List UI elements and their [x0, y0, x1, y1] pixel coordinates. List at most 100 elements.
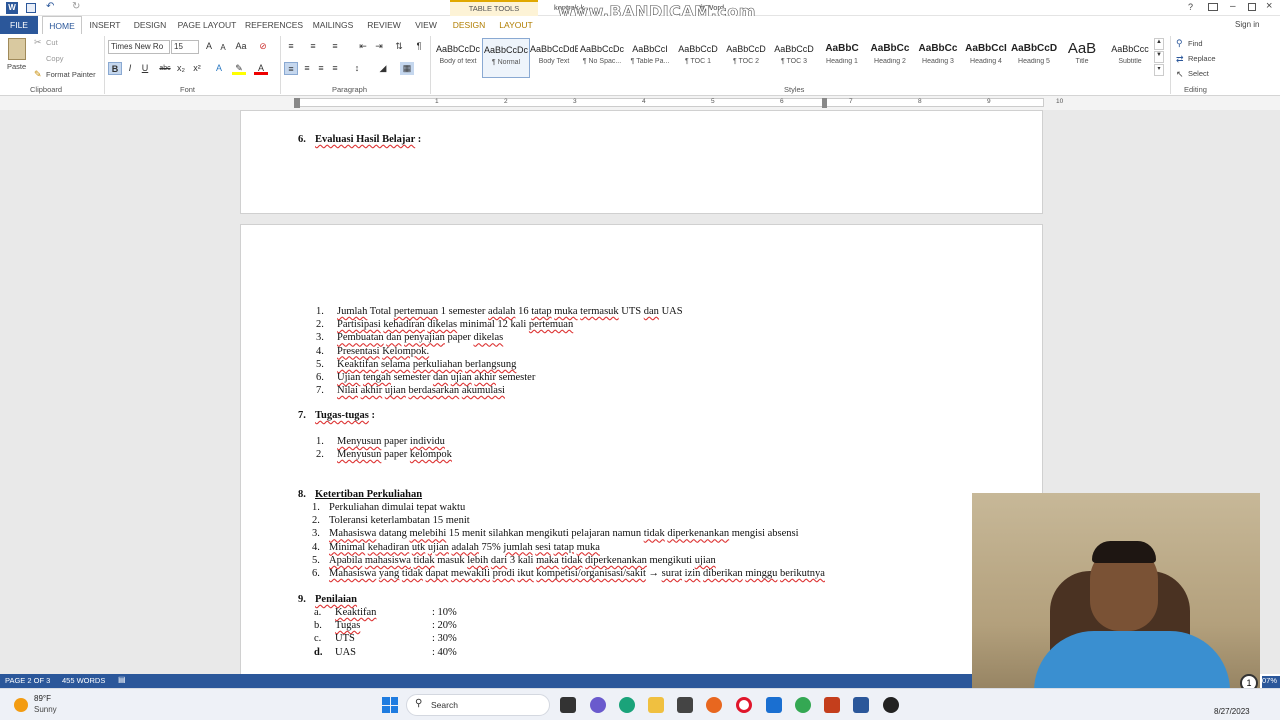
app-icon[interactable] [766, 697, 782, 713]
redo-icon[interactable]: ↻ [72, 1, 80, 12]
tab-page-layout[interactable]: PAGE LAYOUT [176, 16, 238, 34]
minimize-icon[interactable]: – [1230, 1, 1236, 12]
clear-format-icon[interactable]: ⊘ [256, 40, 270, 53]
tab-home[interactable]: HOME [42, 16, 82, 34]
tab-references[interactable]: REFERENCES [244, 16, 304, 34]
style-item[interactable]: AaBbCcI Heading 4 [962, 38, 1010, 78]
change-case-icon[interactable]: Aa [234, 40, 248, 53]
highlight-icon[interactable]: ✎ [232, 62, 246, 75]
font-color-icon[interactable]: A [254, 62, 268, 75]
tab-insert[interactable]: INSERT [86, 16, 124, 34]
format-painter-button[interactable]: Format Painter [46, 70, 96, 79]
align-center-icon[interactable]: ≡ [300, 62, 314, 75]
style-item[interactable]: AaBbCcDc ¶ Normal [482, 38, 530, 78]
proofing-icon[interactable]: ▤ [118, 675, 126, 684]
zoom-level[interactable]: 07% [1262, 676, 1280, 688]
select-button[interactable]: Select [1188, 69, 1209, 78]
increase-indent-icon[interactable]: ⇥ [372, 40, 386, 53]
show-marks-icon[interactable]: ¶ [412, 40, 426, 53]
start-icon[interactable] [382, 697, 398, 713]
styles-scroll-down-icon[interactable]: ▼ [1154, 51, 1164, 63]
style-item[interactable]: AaBbCcDc Body of text [434, 38, 482, 78]
sort-icon[interactable]: ⇅ [392, 40, 406, 53]
subscript-icon[interactable]: x₂ [174, 62, 188, 75]
tab-table-design[interactable]: DESIGN [448, 16, 490, 34]
paste-icon[interactable] [8, 38, 26, 60]
horizontal-ruler[interactable]: 1 2 3 4 5 6 7 8 9 10 [0, 96, 1280, 110]
strikethrough-icon[interactable]: abc [158, 62, 172, 75]
replace-button[interactable]: Replace [1188, 54, 1216, 63]
sign-in-link[interactable]: Sign in [1235, 20, 1259, 29]
style-item[interactable]: AaBbCcD ¶ TOC 1 [674, 38, 722, 78]
weather-sun-icon[interactable] [14, 698, 28, 712]
close-icon[interactable]: × [1266, 0, 1272, 12]
word-app-icon[interactable]: W [6, 2, 18, 14]
chrome-icon[interactable] [795, 697, 811, 713]
style-item[interactable]: AaBbCcDdE Body Text [530, 38, 578, 78]
bold-icon[interactable]: B [108, 62, 122, 75]
paste-button[interactable]: Paste [7, 62, 26, 71]
shading-icon[interactable]: ◢ [376, 62, 390, 75]
multilevel-list-icon[interactable]: ≡ [328, 40, 342, 53]
styles-scroll-up-icon[interactable]: ▲ [1154, 38, 1164, 50]
right-indent-marker-icon[interactable] [822, 98, 827, 108]
help-icon[interactable]: ? [1188, 2, 1193, 12]
styles-more-icon[interactable]: ▾ [1154, 64, 1164, 76]
bandicam-icon[interactable] [883, 697, 899, 713]
font-size-select[interactable]: 15 [171, 40, 199, 54]
cut-button[interactable]: Cut [46, 38, 58, 47]
align-left-icon[interactable]: ≡ [284, 62, 298, 75]
decrease-indent-icon[interactable]: ⇤ [356, 40, 370, 53]
copy-button[interactable]: Copy [46, 54, 64, 63]
tab-table-layout[interactable]: LAYOUT [494, 16, 538, 34]
italic-icon[interactable]: I [123, 62, 137, 75]
word-count[interactable]: 455 WORDS [62, 676, 105, 685]
chat-icon[interactable] [590, 697, 606, 713]
file-explorer-icon[interactable] [648, 697, 664, 713]
style-item[interactable]: AaBbCc Heading 3 [914, 38, 962, 78]
font-name-select[interactable]: Times New Ro [108, 40, 170, 54]
find-button[interactable]: Find [1188, 39, 1203, 48]
ribbon-display-icon[interactable] [1208, 3, 1218, 11]
undo-icon[interactable]: ↶ [46, 1, 54, 12]
powerpoint-icon[interactable] [824, 697, 840, 713]
opera-icon[interactable] [736, 697, 752, 713]
text-effects-icon[interactable]: A [212, 62, 226, 75]
edge-icon[interactable] [619, 697, 635, 713]
tab-design[interactable]: DESIGN [130, 16, 170, 34]
style-item[interactable]: AaBbC Heading 1 [818, 38, 866, 78]
grow-font-icon[interactable]: A [202, 40, 216, 53]
taskbar-search[interactable]: ⚲ Search [406, 694, 550, 716]
tab-mailings[interactable]: MAILINGS [308, 16, 358, 34]
style-item[interactable]: AaBbCcc Subtitle [1106, 38, 1154, 78]
borders-icon[interactable]: ▦ [400, 62, 414, 75]
restore-icon[interactable] [1248, 3, 1256, 11]
superscript-icon[interactable]: x² [190, 62, 204, 75]
tab-view[interactable]: VIEW [410, 16, 442, 34]
tab-file[interactable]: FILE [0, 16, 38, 34]
style-item[interactable]: AaBbCcDc ¶ No Spac... [578, 38, 626, 78]
style-name: Heading 4 [970, 58, 1002, 65]
style-item[interactable]: AaBbCcD ¶ TOC 2 [722, 38, 770, 78]
underline-icon[interactable]: U [138, 62, 152, 75]
word-icon[interactable] [853, 697, 869, 713]
style-item[interactable]: AaBbCcD ¶ TOC 3 [770, 38, 818, 78]
contextual-tab-group-label: TABLE TOOLS [450, 0, 538, 16]
justify-icon[interactable]: ≡ [328, 62, 342, 75]
shrink-font-icon[interactable]: A [216, 41, 230, 54]
save-icon[interactable] [26, 3, 36, 13]
task-view-icon[interactable] [560, 697, 576, 713]
indent-marker-icon[interactable] [294, 98, 300, 108]
style-item[interactable]: AaBbCcD Heading 5 [1010, 38, 1058, 78]
style-item[interactable]: AaBbCcI ¶ Table Pa... [626, 38, 674, 78]
firefox-icon[interactable] [706, 697, 722, 713]
page-count[interactable]: PAGE 2 OF 3 [5, 676, 50, 685]
numbering-icon[interactable]: ≡ [306, 40, 320, 53]
style-item[interactable]: AaBbCc Heading 2 [866, 38, 914, 78]
align-right-icon[interactable]: ≡ [314, 62, 328, 75]
tab-review[interactable]: REVIEW [362, 16, 406, 34]
bullets-icon[interactable]: ≡ [284, 40, 298, 53]
line-spacing-icon[interactable]: ↕ [350, 62, 364, 75]
style-item[interactable]: AaB Title [1058, 38, 1106, 78]
store-icon[interactable] [677, 697, 693, 713]
